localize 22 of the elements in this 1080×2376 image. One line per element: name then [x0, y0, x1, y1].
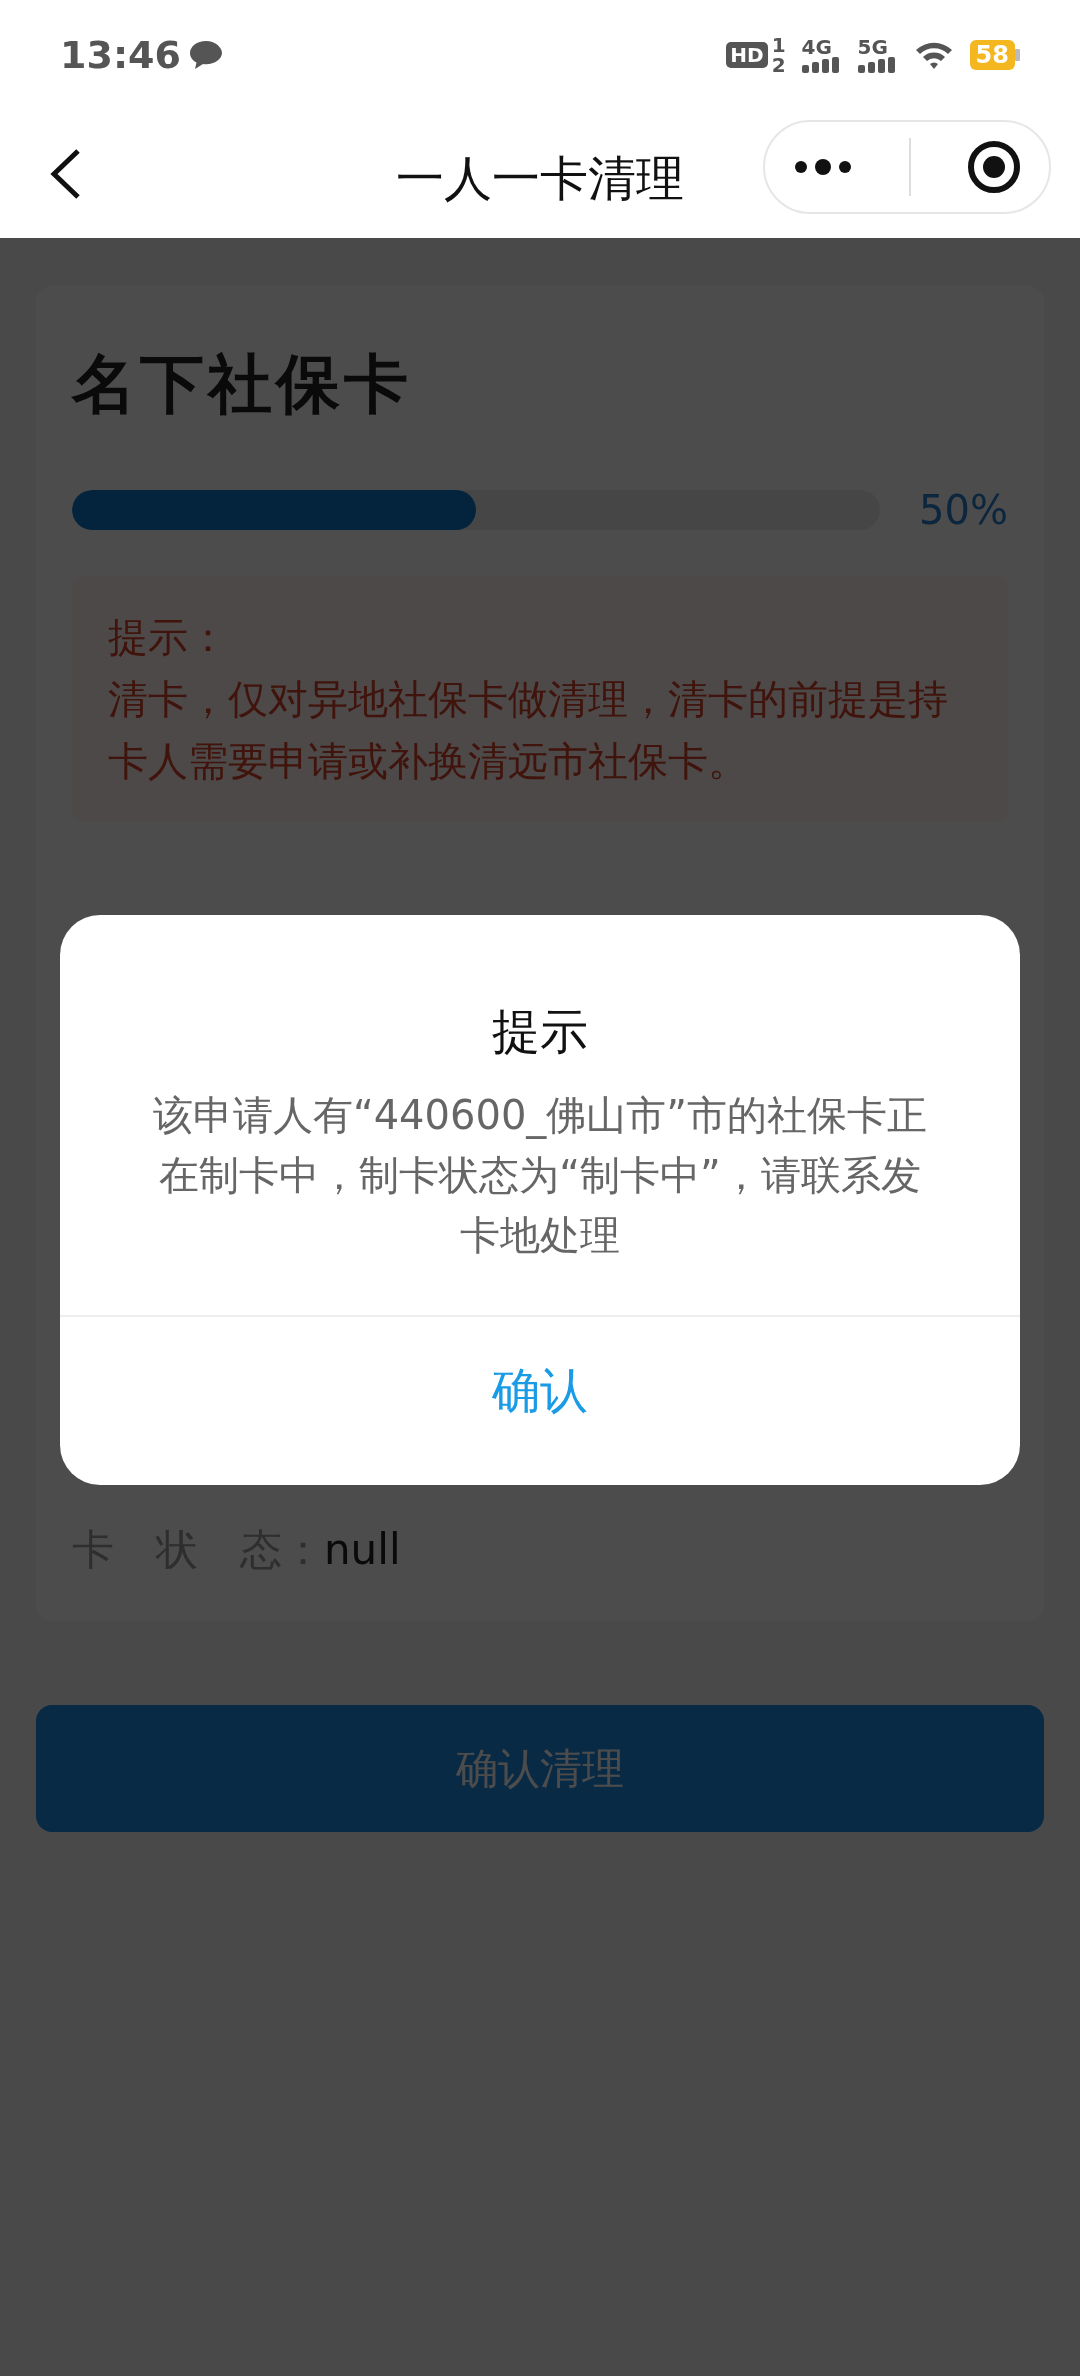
- back-icon[interactable]: [48, 148, 82, 200]
- progress-reading: 50%: [919, 486, 1008, 535]
- status-time: 13:46: [60, 31, 181, 79]
- card-title: 名下社保卡: [72, 346, 413, 423]
- signal-icon: [857, 57, 898, 73]
- sim-slot-label: 2: [771, 55, 786, 75]
- tip-label: 提示：: [108, 613, 229, 662]
- chat-bubble-icon: [188, 40, 223, 70]
- battery-tip-icon: [1015, 49, 1020, 61]
- battery-level: 58: [969, 39, 1015, 71]
- signal-icon: [801, 57, 842, 73]
- network-label: 4G: [801, 37, 833, 57]
- dialog-message: 该申请人有“440600_佛山市”市的社保卡正在制卡中，制卡状态为“制卡中”，请联系发卡地处理: [151, 1091, 929, 1260]
- hd-label: HD: [726, 42, 768, 68]
- page-title: 一人一卡清理: [395, 149, 685, 208]
- dialog-title: 提示: [491, 1002, 589, 1061]
- field-value: null: [324, 1525, 401, 1574]
- network-label: 5G: [857, 37, 889, 57]
- tip-text: 清卡，仅对异地社保卡做清理，清卡的前提是持卡人需要申请或补换清远市社保卡。: [108, 675, 949, 786]
- more-icon[interactable]: [793, 159, 853, 175]
- sim-slot-label: 1: [771, 35, 786, 55]
- dialog-confirm-button[interactable]: 确认: [60, 1317, 1020, 1462]
